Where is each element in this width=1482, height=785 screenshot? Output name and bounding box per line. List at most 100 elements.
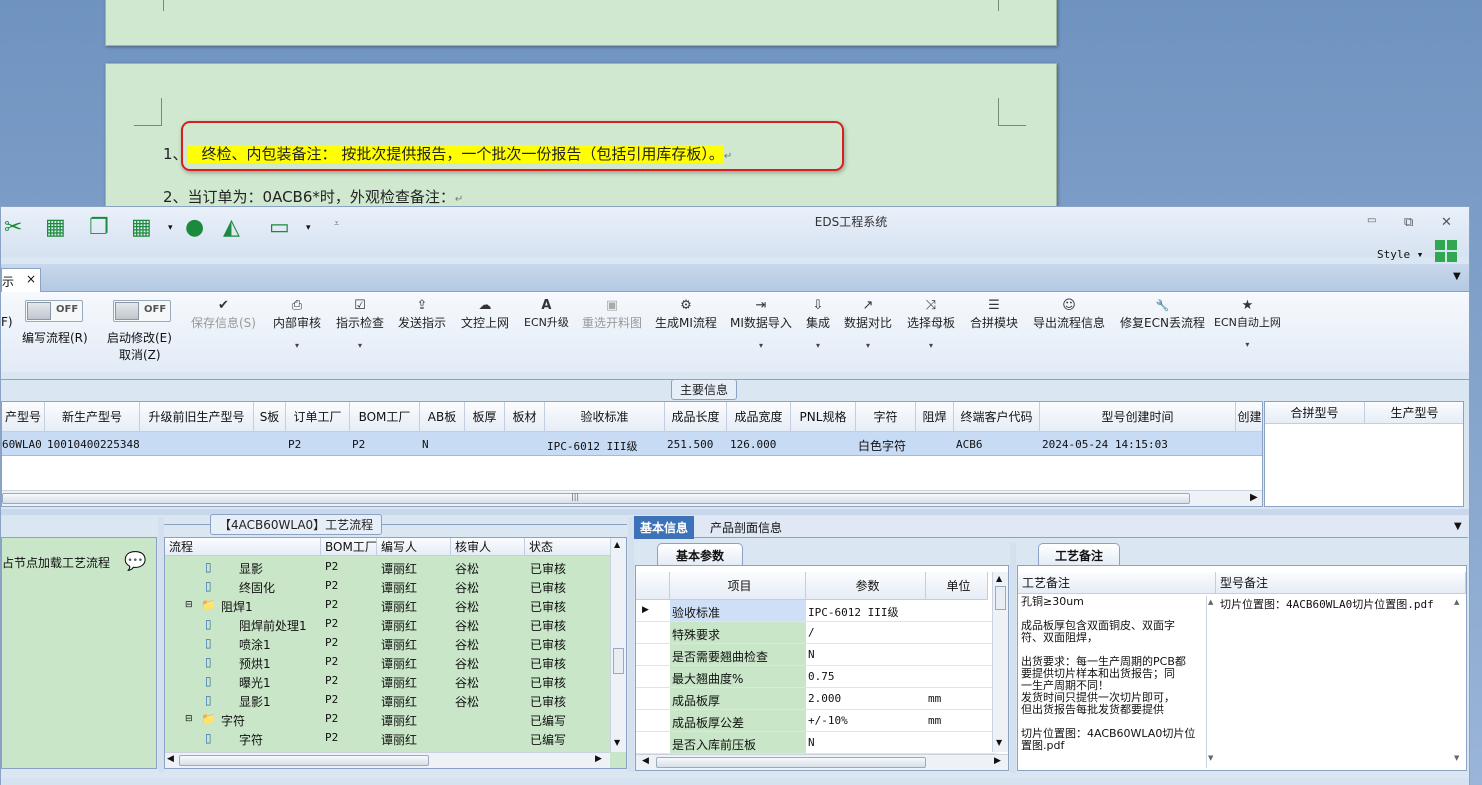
params-grid[interactable]: 项目 参数 单位 ▶ 验收标准 IPC-6012 III级 特殊要求 / 是否需要翘曲检查… [635, 565, 1009, 771]
tab-product-profile[interactable]: 产品剖面信息 [710, 519, 782, 536]
chevron-down-icon[interactable]: ▾ [806, 341, 830, 350]
model-remark-text[interactable]: 切片位置图：4ACB60WLA0切片位置图.pdf [1220, 598, 1434, 612]
column-header[interactable]: PNL规格 [791, 402, 856, 432]
column-header[interactable]: 产型号 [2, 402, 45, 432]
select-motherboard-button[interactable]: ⤨ 选择母板 ▾ [907, 298, 955, 350]
column-header[interactable]: 合拼型号 [1265, 402, 1365, 424]
params-hscroll[interactable]: ◀ ▶ [636, 754, 1008, 770]
flow-vscroll[interactable]: ▲ ▼ [610, 538, 626, 752]
scroll-thumb[interactable] [179, 755, 429, 766]
copy-icon[interactable]: ❐ [89, 215, 109, 240]
ecn-auto-online-button[interactable]: ★ ECN自动上网 ▾ [1214, 298, 1281, 349]
column-header[interactable]: S板 [254, 402, 286, 432]
scroll-right-icon[interactable]: ▶ [994, 756, 1001, 766]
param-value[interactable]: N [808, 648, 815, 661]
scroll-up-icon[interactable]: ▲ [614, 540, 620, 549]
column-header[interactable]: 新生产型号 [45, 402, 140, 432]
param-row[interactable]: 成品板厚公差 +/-10% mm [636, 710, 996, 732]
tree-row[interactable]: ▯ 显影1 P2 谭丽红 谷松 已审核 [165, 691, 615, 710]
scroll-thumb[interactable] [613, 648, 624, 674]
merge-model-grid[interactable]: 合拼型号 生产型号 [1264, 401, 1464, 507]
model-remark-scroll[interactable]: ▲ ▼ [1452, 596, 1464, 768]
tab-process-remarks[interactable]: 工艺备注 [1038, 543, 1121, 565]
merge-module-button[interactable]: ☰ 合拼模块 [970, 298, 1018, 331]
chat-bubble-icon[interactable]: 💬 [124, 551, 146, 572]
chevron-down-icon[interactable]: ▾ [336, 341, 384, 350]
collapse-icon[interactable]: ⊟ [185, 714, 193, 724]
chevron-down-icon[interactable]: ▾ [844, 341, 892, 350]
tree-row[interactable]: ▯ 字符 P2 谭丽红 已编写 [165, 729, 615, 748]
param-row[interactable]: 成品板厚 2.000 mm [636, 688, 996, 710]
param-value[interactable]: +/-10% [808, 714, 848, 727]
customize-toolbar-icon[interactable]: ⩡ [334, 219, 339, 229]
chevron-down-icon[interactable]: ▾ [168, 223, 173, 233]
panel-splitter-right[interactable] [1010, 543, 1016, 773]
internal-review-button[interactable]: ⎙ 内部审核 ▾ [273, 298, 321, 350]
data-compare-button[interactable]: ↗ 数据对比 ▾ [844, 298, 892, 350]
column-header[interactable]: BOM工厂 [321, 538, 377, 556]
process-remark-text[interactable]: 孔铜≥30um 成品板厚包含双面铜皮、双面字 符、双面阻焊， 出货要求：每一生产周期的… [1021, 596, 1207, 768]
param-value[interactable]: 2.000 [808, 692, 841, 705]
cancel-modify-label[interactable]: 取消(Z) [119, 346, 161, 363]
mi-data-import-button[interactable]: ⇥ MI数据导入 ▾ [730, 298, 792, 350]
tree-row[interactable]: 📁 ⊟ 阻焊1 P2 谭丽红 谷松 已审核 [165, 596, 615, 615]
scroll-left-icon[interactable]: ◀ [642, 756, 649, 766]
column-header[interactable]: 编写人 [377, 538, 451, 556]
ecn-upgrade-button[interactable]: A ECN升级 [524, 298, 569, 330]
chevron-down-icon[interactable]: ▾ [1214, 340, 1281, 349]
tab-list-chevron-icon[interactable]: ▼ [1453, 271, 1461, 282]
param-row[interactable]: 是否入库前压板 N [636, 732, 996, 754]
params-vscroll[interactable]: ▲ ▼ [992, 572, 1008, 752]
tab-list-chevron-icon[interactable]: ▼ [1454, 521, 1462, 532]
send-instruction-button[interactable]: ⇪ 发送指示 [398, 298, 446, 331]
param-value[interactable]: N [808, 736, 815, 749]
user-icon[interactable]: ● [185, 215, 204, 240]
column-header[interactable]: BOM工厂 [350, 402, 420, 432]
integrate-button[interactable]: ⇩ 集成 ▾ [806, 298, 830, 350]
scroll-thumb[interactable] [656, 757, 926, 768]
tree-row[interactable]: ▯ 喷涂1 P2 谭丽红 谷松 已审核 [165, 634, 615, 653]
param-row[interactable]: 是否需要翘曲检查 N [636, 644, 996, 666]
column-header[interactable]: 创建 [1236, 402, 1262, 432]
chevron-down-icon[interactable]: ▾ [273, 341, 321, 350]
scissors-icon[interactable]: ✂ [4, 215, 22, 240]
column-header[interactable]: 成品长度 [665, 402, 727, 432]
flow-tree[interactable]: 流程 BOM工厂 编写人 核审人 状态 ▯ 显影 P2 谭丽红 谷松 已审核 ▯ 终固化 P2 谭… [164, 537, 627, 769]
chevron-down-icon[interactable]: ▾ [306, 223, 311, 233]
main-info-grid[interactable]: 产型号 新生产型号 升级前旧生产型号 S板 订单工厂 BOM工厂 AB板 板厚 … [1, 401, 1263, 507]
column-header[interactable]: AB板 [420, 402, 465, 432]
flow-hscroll[interactable]: ◀ ▶ [165, 752, 610, 768]
column-header[interactable]: 单位 [926, 572, 988, 600]
repair-ecn-flow-button[interactable]: 🔧 修复ECN丢流程 [1120, 298, 1205, 331]
export-flow-info-button[interactable]: ☺ 导出流程信息 [1033, 298, 1105, 331]
style-menu[interactable]: Style ▾ [1377, 248, 1423, 261]
restore-button[interactable]: ⧉ [1404, 215, 1413, 230]
column-header[interactable]: 项目 [670, 572, 806, 600]
edit-flow-toggle[interactable]: OFF [25, 300, 83, 322]
doc-line-2[interactable]: 2、当订单为：0ACB6*时，外观检查备注：↵ [163, 186, 463, 207]
scroll-left-icon[interactable]: ◀ [167, 754, 174, 764]
tab-basic-info[interactable]: 基本信息 [634, 516, 695, 539]
collapse-icon[interactable]: ⊟ [185, 600, 193, 610]
tree-row[interactable]: ▯ 阻焊前处理1 P2 谭丽红 谷松 已审核 [165, 615, 615, 634]
column-header[interactable]: 阻焊 [916, 402, 954, 432]
panel-splitter-mid[interactable] [628, 517, 634, 772]
param-value[interactable]: IPC-6012 III级 [808, 604, 898, 620]
column-header[interactable]: 订单工厂 [286, 402, 350, 432]
tree-row[interactable]: 📁 ⊟ 字符 P2 谭丽红 已编写 [165, 710, 615, 729]
column-header[interactable]: 流程 [165, 538, 321, 556]
grid-icon[interactable]: ▦ [131, 215, 152, 240]
column-header[interactable]: 核审人 [451, 538, 525, 556]
tree-row[interactable]: ▯ 终固化 P2 谭丽红 谷松 已审核 [165, 577, 615, 596]
column-header[interactable]: 升级前旧生产型号 [140, 402, 254, 432]
windows-logo-icon[interactable] [1435, 240, 1457, 262]
scroll-up-icon[interactable]: ▲ [996, 574, 1002, 583]
column-header[interactable]: 板材 [505, 402, 545, 432]
scroll-right-icon[interactable]: ▶ [595, 754, 602, 764]
scroll-down-icon[interactable]: ▼ [996, 738, 1002, 747]
param-row[interactable]: 最大翘曲度% 0.75 [636, 666, 996, 688]
main-grid-hscroll[interactable]: ||| ▶ [2, 490, 1262, 506]
column-header[interactable]: 字符 [856, 402, 916, 432]
laptop-icon[interactable]: ▭ [269, 215, 290, 240]
table-row[interactable]: 60WLA0 10010400225348 P2 P2 N IPC-6012 I… [2, 432, 1262, 456]
